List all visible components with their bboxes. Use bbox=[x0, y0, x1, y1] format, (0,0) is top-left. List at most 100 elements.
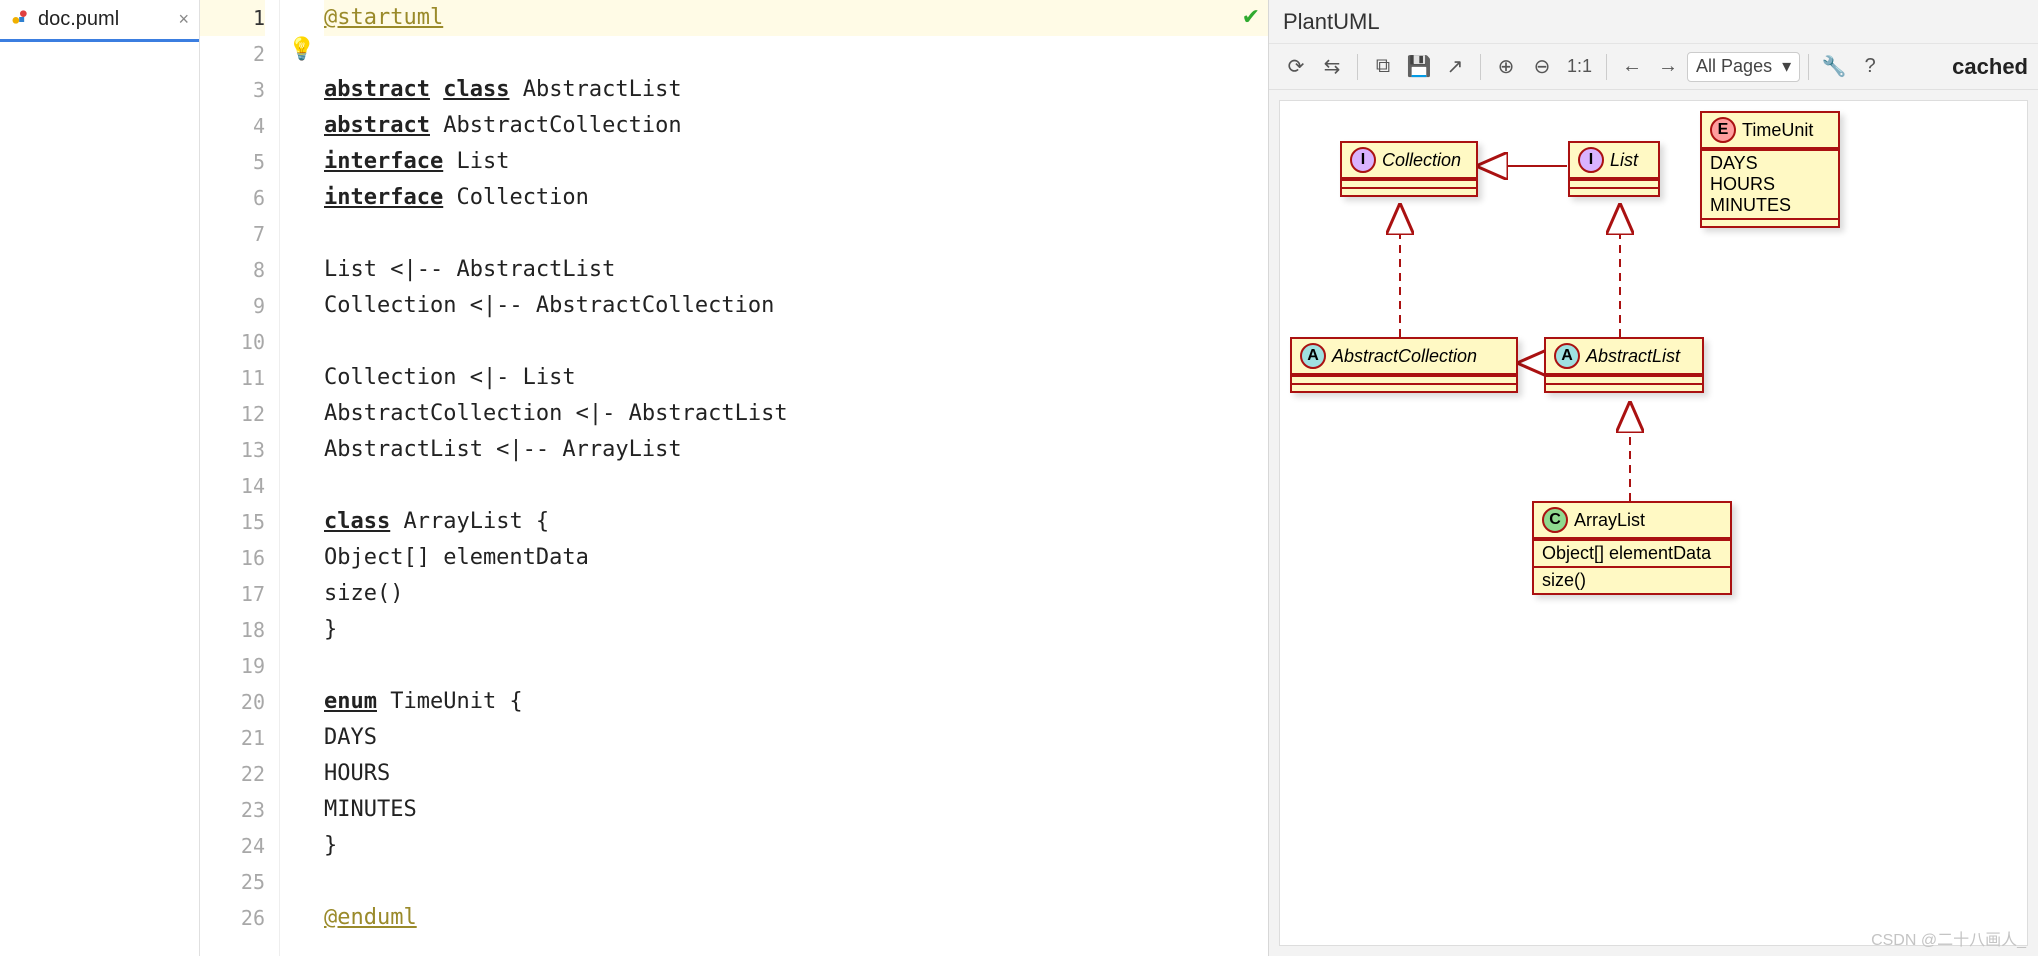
uml-enum-timeunit[interactable]: E TimeUnit DAYSHOURSMINUTES bbox=[1700, 111, 1840, 228]
uml-enum-items: DAYSHOURSMINUTES bbox=[1702, 149, 1838, 218]
check-icon: ✔ bbox=[1242, 4, 1260, 30]
zoom-out-icon[interactable]: ⊖ bbox=[1525, 50, 1559, 84]
line-number: 17 bbox=[200, 576, 265, 612]
line-number: 12 bbox=[200, 396, 265, 432]
line-number: 26 bbox=[200, 900, 265, 936]
diagram-canvas[interactable]: I Collection I List E TimeUnit DAYSHOURSMIN… bbox=[1279, 100, 2028, 946]
line-number: 7 bbox=[200, 216, 265, 252]
copy-icon[interactable]: ⧉ bbox=[1366, 50, 1400, 84]
page-selector-label: All Pages bbox=[1696, 56, 1772, 77]
close-icon[interactable]: × bbox=[178, 9, 189, 30]
tab-strip: doc.puml × bbox=[0, 0, 200, 956]
uml-class-abstractcollection[interactable]: A AbstractCollection bbox=[1290, 337, 1518, 393]
code-line[interactable]: @startuml bbox=[324, 0, 1268, 36]
file-tab-doc[interactable]: doc.puml × bbox=[0, 0, 199, 42]
code-line[interactable]: class ArrayList { bbox=[324, 509, 549, 534]
line-number: 18 bbox=[200, 612, 265, 648]
code-line[interactable]: @enduml bbox=[324, 905, 417, 930]
zoom-1to1-button[interactable]: 1:1 bbox=[1561, 50, 1598, 84]
prev-page-icon[interactable]: ← bbox=[1615, 50, 1649, 84]
code-line[interactable]: enum TimeUnit { bbox=[324, 689, 523, 714]
uml-op: size() bbox=[1534, 566, 1730, 593]
line-number: 10 bbox=[200, 324, 265, 360]
sync-icon[interactable]: ⇆ bbox=[1315, 50, 1349, 84]
preview-toolbar: ⟳ ⇆ ⧉ 💾 ↗ ⊕ ⊖ 1:1 ← → All Pages ▾ 🔧 ? ca… bbox=[1269, 44, 2038, 90]
line-gutter: 1234567891011121314151617181920212223242… bbox=[200, 0, 280, 956]
code-line[interactable]: Collection <|-- AbstractCollection bbox=[324, 293, 774, 318]
uml-label: ArrayList bbox=[1574, 510, 1645, 531]
uml-class-arraylist[interactable]: C ArrayList Object[] elementData size() bbox=[1532, 501, 1732, 595]
uml-class-collection[interactable]: I Collection bbox=[1340, 141, 1478, 197]
line-number: 23 bbox=[200, 792, 265, 828]
line-number: 25 bbox=[200, 864, 265, 900]
uml-label: Collection bbox=[1382, 150, 1461, 171]
watermark: CSDN @二十八画人_ bbox=[1871, 926, 2026, 950]
preview-panel: PlantUML ⟳ ⇆ ⧉ 💾 ↗ ⊕ ⊖ 1:1 ← → All Pages… bbox=[1268, 0, 2038, 956]
gutter-annotations: 💡 bbox=[280, 0, 320, 956]
settings-icon[interactable]: 🔧 bbox=[1817, 50, 1851, 84]
render-status: cached bbox=[1952, 54, 2028, 80]
uml-label: AbstractList bbox=[1586, 346, 1680, 367]
uml-enum-item: DAYS bbox=[1710, 153, 1830, 174]
line-number: 15 bbox=[200, 504, 265, 540]
next-page-icon[interactable]: → bbox=[1651, 50, 1685, 84]
line-number: 20 bbox=[200, 684, 265, 720]
line-number: 6 bbox=[200, 180, 265, 216]
line-number: 2 bbox=[200, 36, 265, 72]
code-line[interactable]: AbstractCollection <|- AbstractList bbox=[324, 401, 788, 426]
uml-label: List bbox=[1610, 150, 1638, 171]
code-line[interactable]: Collection <|- List bbox=[324, 365, 576, 390]
chevron-down-icon: ▾ bbox=[1782, 56, 1791, 77]
interface-badge-icon: I bbox=[1350, 147, 1376, 173]
code-line[interactable]: abstract class AbstractList bbox=[324, 77, 682, 102]
abstract-badge-icon: A bbox=[1554, 343, 1580, 369]
line-number: 11 bbox=[200, 360, 265, 396]
interface-badge-icon: I bbox=[1578, 147, 1604, 173]
uml-attr: Object[] elementData bbox=[1534, 539, 1730, 566]
code-line[interactable]: interface List bbox=[324, 149, 509, 174]
plantuml-file-icon bbox=[10, 7, 30, 33]
uml-enum-item: HOURS bbox=[1710, 174, 1830, 195]
code-line[interactable]: DAYS bbox=[324, 725, 377, 750]
code-line[interactable]: size() bbox=[324, 581, 403, 606]
lightbulb-icon[interactable]: 💡 bbox=[288, 36, 315, 62]
refresh-icon[interactable]: ⟳ bbox=[1279, 50, 1313, 84]
code-line[interactable]: } bbox=[324, 617, 337, 642]
code-line[interactable]: } bbox=[324, 833, 337, 858]
uml-enum-item: MINUTES bbox=[1710, 195, 1830, 216]
code-line[interactable]: Object[] elementData bbox=[324, 545, 589, 570]
code-area[interactable]: @startuml abstract class AbstractList ab… bbox=[320, 0, 1268, 956]
tab-filename: doc.puml bbox=[38, 8, 119, 31]
save-icon[interactable]: 💾 bbox=[1402, 50, 1436, 84]
uml-label: TimeUnit bbox=[1742, 120, 1813, 141]
line-number: 21 bbox=[200, 720, 265, 756]
line-number: 24 bbox=[200, 828, 265, 864]
uml-label: AbstractCollection bbox=[1332, 346, 1477, 367]
enum-badge-icon: E bbox=[1710, 117, 1736, 143]
code-line[interactable]: abstract AbstractCollection bbox=[324, 113, 682, 138]
preview-title: PlantUML bbox=[1269, 0, 2038, 44]
line-number: 4 bbox=[200, 108, 265, 144]
code-editor[interactable]: 1234567891011121314151617181920212223242… bbox=[200, 0, 1268, 956]
zoom-in-icon[interactable]: ⊕ bbox=[1489, 50, 1523, 84]
code-line[interactable]: interface Collection bbox=[324, 185, 589, 210]
help-icon[interactable]: ? bbox=[1853, 50, 1887, 84]
line-number: 13 bbox=[200, 432, 265, 468]
page-selector[interactable]: All Pages ▾ bbox=[1687, 52, 1800, 82]
line-number: 16 bbox=[200, 540, 265, 576]
line-number: 9 bbox=[200, 288, 265, 324]
abstract-badge-icon: A bbox=[1300, 343, 1326, 369]
export-icon[interactable]: ↗ bbox=[1438, 50, 1472, 84]
code-line[interactable]: AbstractList <|-- ArrayList bbox=[324, 437, 682, 462]
line-number: 8 bbox=[200, 252, 265, 288]
line-number: 22 bbox=[200, 756, 265, 792]
line-number: 1 bbox=[200, 0, 265, 36]
code-line[interactable]: List <|-- AbstractList bbox=[324, 257, 615, 282]
class-badge-icon: C bbox=[1542, 507, 1568, 533]
code-line[interactable]: MINUTES bbox=[324, 797, 417, 822]
line-number: 3 bbox=[200, 72, 265, 108]
uml-class-abstractlist[interactable]: A AbstractList bbox=[1544, 337, 1704, 393]
code-line[interactable]: HOURS bbox=[324, 761, 390, 786]
uml-class-list[interactable]: I List bbox=[1568, 141, 1660, 197]
line-number: 14 bbox=[200, 468, 265, 504]
